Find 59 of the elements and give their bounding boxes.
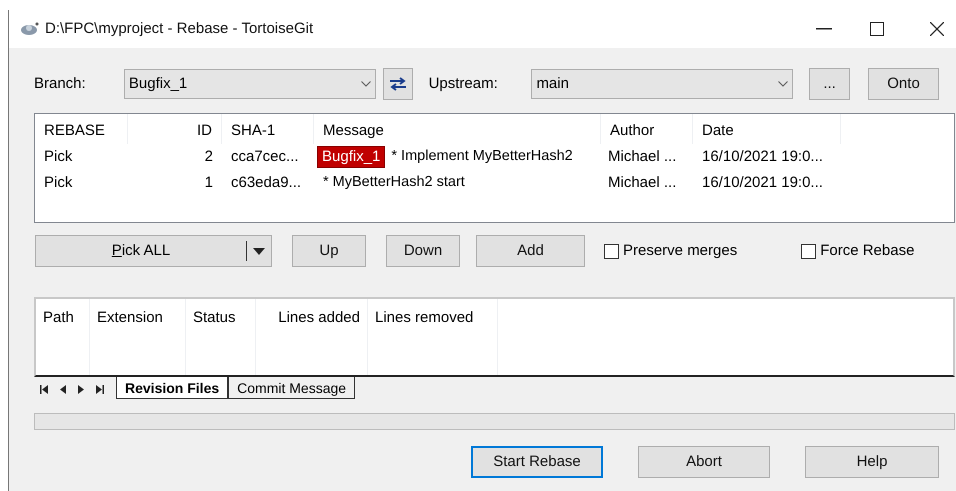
dialog-button[interactable]: Help [805,446,939,478]
first-tab-icon[interactable] [40,384,48,394]
maximize-icon[interactable] [870,22,884,36]
sheet-tab[interactable]: Commit Message [228,377,356,399]
column-header[interactable]: Date [693,114,841,144]
upstream-label: Upstream: [428,74,499,94]
browse-button[interactable]: ... [809,68,850,100]
minimize-icon[interactable] [816,28,832,30]
table-cell-text: 1 [204,172,214,193]
action-button[interactable]: Up [292,235,366,267]
branch-tag: Bugfix_1 [317,146,386,168]
table-cell-text: Michael ... [607,146,678,167]
dropdown-arrow-icon[interactable] [253,248,265,254]
column-header[interactable]: Status [186,299,256,375]
dialog-button[interactable]: Start Rebase [471,446,603,478]
upstream-dropdown[interactable]: main [531,69,794,99]
table-cell-text: Michael ... [607,172,678,193]
table-cell-text: 16/10/2021 19:0... [701,172,824,193]
column-header[interactable]: Message [314,114,601,144]
chevron-icon [778,81,788,87]
swap-arrows-icon [388,77,407,91]
column-header[interactable]: SHA-1 [222,114,314,144]
pick-all-button[interactable]: Pick ALL [35,235,272,267]
table-cell-text: cca7cec... [230,146,300,167]
swap-button[interactable] [382,68,413,100]
window-title: D:\FPC\myproject - Rebase - TortoiseGit [45,18,314,39]
chevron-icon [360,81,371,87]
commit-row[interactable]: Pick 2 cca7cec... Bugfix_1 * Implement MyBetterHash2 Michael ... 16/10/2021 19:0... [35,144,954,170]
table-cell-text: c63eda9... [230,172,302,193]
checkbox-option[interactable]: Preserve merges [604,240,738,262]
tortoise-icon [19,21,39,37]
column-header[interactable]: Lines removed [368,299,498,375]
table-cell-text: * MyBetterHash2 start [323,173,465,192]
onto-button[interactable]: Onto [868,68,939,100]
table-cell-text: 2 [204,146,214,167]
sheet-tab[interactable]: Revision Files [116,377,228,399]
action-button[interactable]: Add [476,235,585,267]
table-cell-text: Pick [43,172,74,193]
dialog-button[interactable]: Abort [638,446,770,478]
branch-dropdown[interactable]: Bugfix_1 [124,69,376,99]
column-header[interactable]: ID [128,114,222,144]
column-header[interactable]: Lines added [256,299,368,375]
checkbox[interactable] [801,244,816,258]
branch-label: Branch: [33,74,87,94]
action-button[interactable]: Down [386,235,460,267]
previous-tab-icon[interactable] [60,384,66,394]
checkbox[interactable] [604,244,619,258]
column-header[interactable]: Extension [90,299,186,375]
last-tab-icon[interactable] [96,384,104,394]
column-header[interactable]: REBASE [35,114,128,144]
table-cell-text: 16/10/2021 19:0... [701,146,824,167]
table-cell-text: Pick [43,146,74,167]
column-header[interactable]: Path [36,299,90,375]
table-cell-text: * Implement MyBetterHash2 [391,147,573,166]
column-header[interactable]: Author [601,114,693,144]
close-icon[interactable] [930,22,944,36]
checkbox-option[interactable]: Force Rebase [801,240,914,262]
next-tab-icon[interactable] [78,384,84,394]
commit-row[interactable]: Pick 1 c63eda9... * MyBetterHash2 start Michael ... 16/10/2021 19:0... [35,170,954,196]
